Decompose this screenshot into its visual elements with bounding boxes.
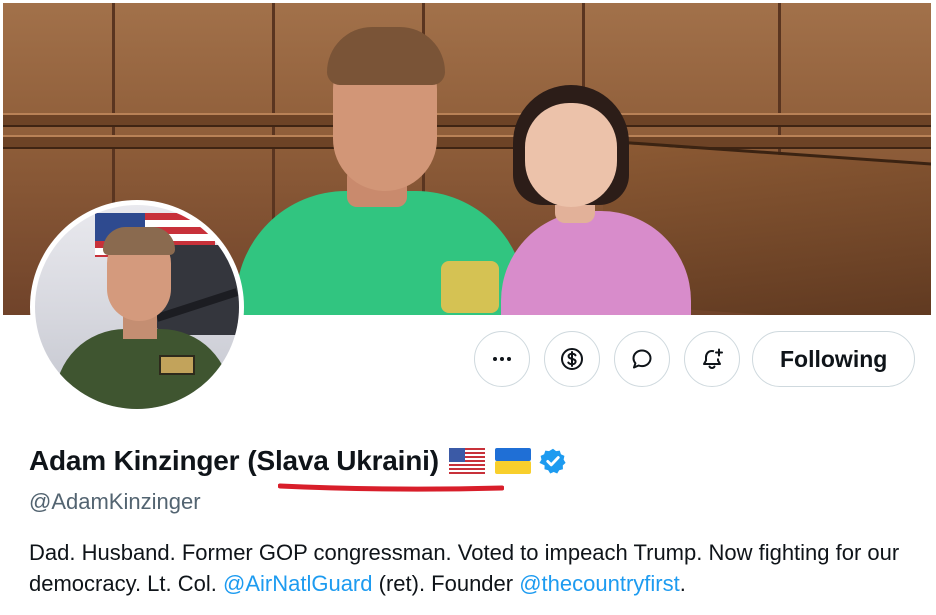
red-annotation-underline <box>278 483 504 492</box>
avatar-photo <box>35 205 239 409</box>
profile-handle: @AdamKinzinger <box>29 489 201 514</box>
notification-button[interactable] <box>684 331 740 387</box>
message-button[interactable] <box>614 331 670 387</box>
display-name-row: Adam Kinzinger (Slava Ukraini) <box>29 445 567 477</box>
notification-bell-icon <box>703 348 723 370</box>
banner-woman-head <box>525 103 617 207</box>
subscribe-dollar-icon <box>561 348 583 370</box>
avatar[interactable] <box>30 200 244 414</box>
profile-bio: Dad. Husband. Former GOP congressman. Vo… <box>29 537 919 599</box>
avatar-flight-jacket <box>55 329 231 409</box>
mention-link[interactable]: @thecountryfirst <box>519 571 680 596</box>
bio-text: (ret). Founder <box>372 571 520 596</box>
more-icon <box>493 357 511 361</box>
message-icon <box>632 349 652 369</box>
us-flag-icon <box>448 448 485 474</box>
bio-text: . <box>679 571 686 596</box>
following-button[interactable]: Following <box>752 331 916 387</box>
display-name-suffix: (Slava Ukraini) <box>247 445 439 476</box>
avatar-hair <box>103 227 175 255</box>
subscribe-button[interactable] <box>544 331 600 387</box>
more-button[interactable] <box>474 331 530 387</box>
avatar-name-patch <box>159 355 195 375</box>
profile-header: Following Adam Kinzinger (Slava Ukraini)… <box>0 0 936 615</box>
banner-shelf <box>3 113 931 127</box>
display-name: Adam Kinzinger <box>29 445 240 476</box>
banner-shelf <box>3 135 931 149</box>
verified-badge-icon[interactable] <box>539 447 567 475</box>
mention-link[interactable]: @AirNatlGuard <box>223 571 373 596</box>
banner-man-hair <box>327 27 445 85</box>
profile-actions: Following <box>474 331 916 387</box>
ukraine-flag-icon <box>494 448 531 474</box>
banner-shirt-logo <box>441 261 499 313</box>
